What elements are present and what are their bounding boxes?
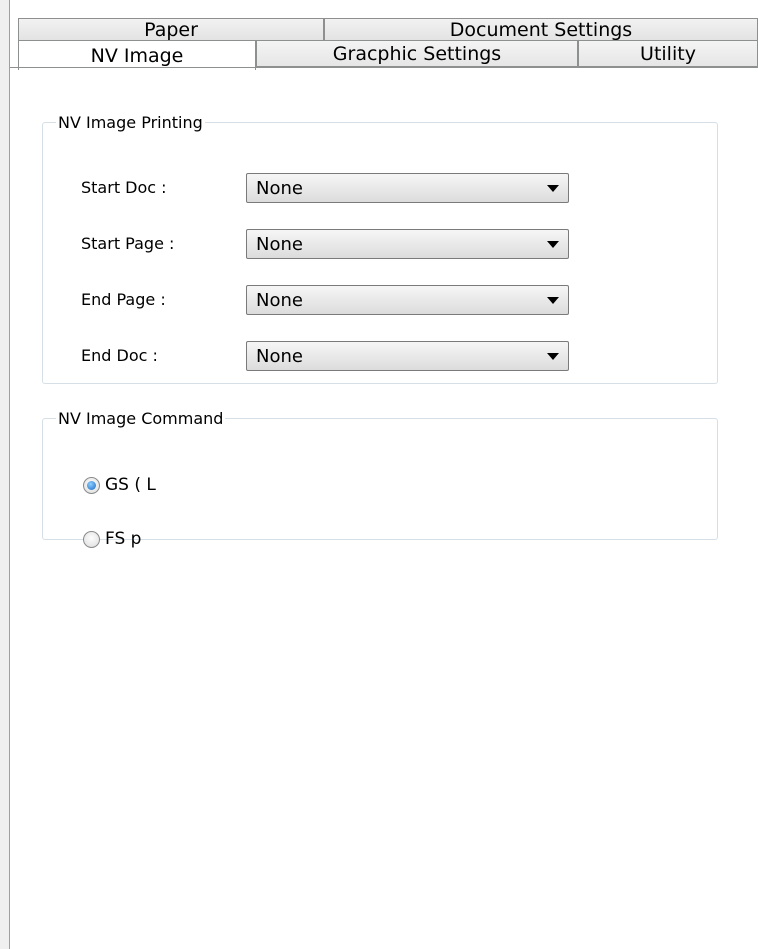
nv-image-command-group: NV Image Command GS ( L FS p: [42, 409, 718, 549]
tab-paper[interactable]: Paper: [18, 18, 324, 41]
start-page-select[interactable]: None: [246, 229, 569, 259]
tab-graphic-settings[interactable]: Gracphic Settings: [256, 40, 578, 67]
field-label: End Doc :: [81, 346, 158, 365]
group-legend: NV Image Printing: [58, 113, 203, 132]
radio-label: GS ( L: [105, 475, 156, 495]
field-label: Start Page :: [81, 234, 175, 253]
group-legend: NV Image Command: [58, 409, 224, 428]
field-label: Start Doc :: [81, 178, 167, 197]
tab-utility[interactable]: Utility: [578, 40, 758, 67]
radio-fs-p[interactable]: FS p: [83, 526, 141, 552]
chevron-down-icon: [538, 230, 568, 258]
chevron-down-icon: [538, 286, 568, 314]
tab-document-settings[interactable]: Document Settings: [324, 18, 758, 41]
radio-gs-l[interactable]: GS ( L: [83, 472, 156, 498]
nv-image-printing-group: NV Image Printing Start Doc : None Start…: [42, 113, 718, 384]
radio-button[interactable]: [83, 530, 100, 548]
start-doc-select[interactable]: None: [246, 173, 569, 203]
tab-nv-image[interactable]: NV Image: [18, 40, 256, 70]
end-doc-select[interactable]: None: [246, 341, 569, 371]
tab-label: Document Settings: [449, 18, 633, 41]
tab-label: Paper: [144, 18, 198, 41]
radio-label: FS p: [105, 529, 142, 549]
tab-label: Gracphic Settings: [332, 42, 502, 65]
field-label: End Page :: [81, 290, 166, 309]
tab-label: NV Image: [90, 44, 184, 67]
end-page-select[interactable]: None: [246, 285, 569, 315]
dialog-window: Paper Document Settings NV Image Gracphi…: [0, 0, 758, 949]
tab-label: Utility: [640, 42, 696, 65]
radio-button[interactable]: [83, 476, 100, 494]
select-value: None: [256, 289, 303, 311]
left-edge: [0, 0, 10, 949]
chevron-down-icon: [538, 174, 568, 202]
select-value: None: [256, 177, 303, 199]
select-value: None: [256, 233, 303, 255]
tab-page-border: [10, 67, 758, 68]
select-value: None: [256, 345, 303, 367]
chevron-down-icon: [538, 342, 568, 370]
